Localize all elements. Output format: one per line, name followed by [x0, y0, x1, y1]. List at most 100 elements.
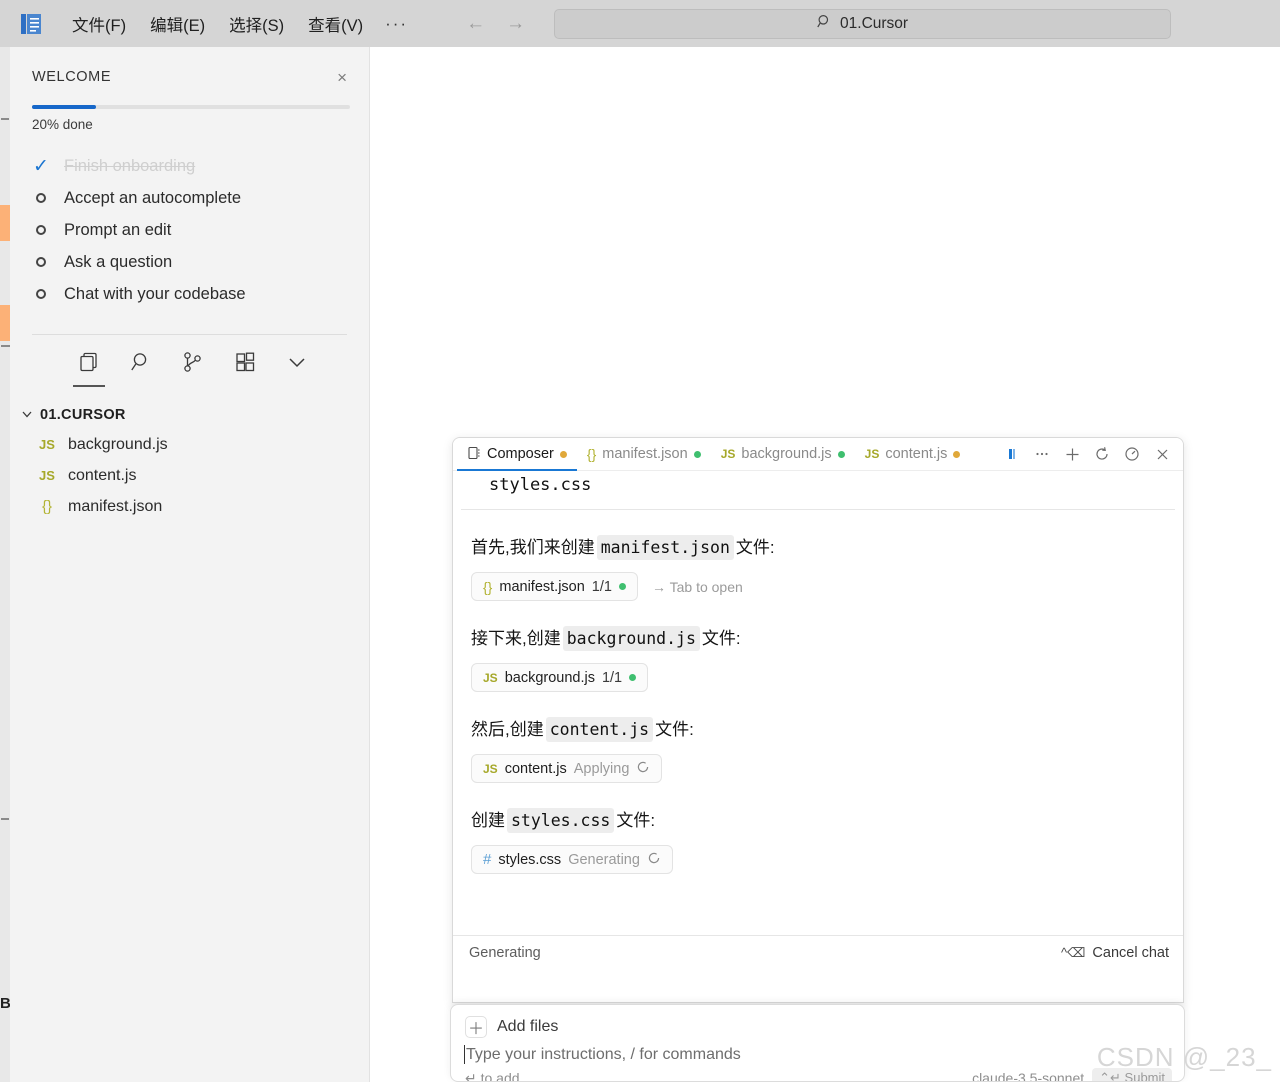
menu-edit[interactable]: 编辑(E) — [138, 8, 217, 40]
add-files-plus-icon[interactable]: ＋ — [465, 1016, 487, 1038]
welcome-panel: WELCOME × 20% done ✓ Finish onboarding A… — [10, 47, 369, 310]
search-icon — [817, 14, 832, 33]
tree-file-background-js[interactable]: JS background.js — [10, 429, 369, 460]
tab-modified-dot — [953, 451, 960, 458]
file-action-row-3: JS content.js Applying — [471, 742, 1165, 783]
command-search-bar[interactable]: 01.Cursor — [554, 9, 1171, 39]
onboarding-item-ask-question[interactable]: Ask a question — [32, 246, 347, 278]
file-chip-manifest-json[interactable]: {} manifest.json 1/1 — [471, 572, 638, 601]
background-window-highlight-1 — [0, 205, 10, 241]
tree-file-content-js[interactable]: JS content.js — [10, 460, 369, 491]
chevron-down-icon — [20, 408, 34, 423]
file-chip-content-js[interactable]: JS content.js Applying — [471, 754, 662, 783]
file-chip-name: background.js — [505, 670, 595, 686]
title-bar: 文件(F) 编辑(E) 选择(S) 查看(V) ··· ← → 01.Curso… — [0, 0, 1280, 47]
chevron-down-icon[interactable] — [280, 345, 314, 379]
message-paragraph-1: 首先,我们来创建 manifest.json 文件: — [471, 535, 1165, 560]
onboarding-item-chat-codebase[interactable]: Chat with your codebase — [32, 278, 347, 310]
paragraph-text-before: 然后,创建 — [471, 718, 544, 742]
tree-root-folder[interactable]: 01.CURSOR — [10, 401, 369, 429]
message-paragraph-3: 然后,创建 content.js 文件: — [471, 717, 1165, 742]
navigation-arrows: ← → — [466, 13, 524, 35]
tab-modified-dot — [838, 451, 845, 458]
add-files-label[interactable]: Add files — [497, 1018, 558, 1036]
file-chip-count: 1/1 — [592, 579, 612, 595]
circle-icon — [32, 193, 50, 203]
submit-button[interactable]: ⌃↵ Submit — [1092, 1068, 1172, 1082]
input-footer-hint: ↵ to add — [465, 1070, 520, 1082]
extensions-icon[interactable] — [228, 345, 262, 379]
tab-background-js[interactable]: JS background.js — [711, 438, 855, 471]
composer-icon — [467, 446, 481, 463]
message-paragraph-2: 接下来,创建 background.js 文件: — [471, 626, 1165, 651]
close-icon[interactable] — [1149, 441, 1175, 467]
source-control-icon[interactable] — [176, 345, 210, 379]
circle-icon — [32, 257, 50, 267]
model-selector[interactable]: claude-3.5-sonnet ⌃↵ Submit — [972, 1068, 1184, 1082]
onboarding-item-finish-onboarding[interactable]: ✓ Finish onboarding — [32, 150, 347, 182]
menu-view[interactable]: 查看(V) — [296, 8, 375, 40]
composer-input-card: ＋ Add files Type your instructions, / fo… — [450, 1004, 1185, 1082]
split-editor-icon[interactable] — [999, 441, 1025, 467]
new-chat-icon[interactable] — [1059, 441, 1085, 467]
paragraph-text-after: 文件: — [736, 536, 775, 560]
paragraph-text-after: 文件: — [655, 718, 694, 742]
generating-status-label: Generating — [469, 945, 541, 961]
js-file-icon: JS — [721, 447, 736, 461]
tree-file-label: content.js — [68, 467, 136, 485]
paragraph-text-before: 接下来,创建 — [471, 627, 561, 651]
back-arrow-icon[interactable]: ← — [466, 13, 484, 35]
search-icon[interactable] — [124, 345, 158, 379]
onboarding-progress-label: 20% done — [32, 117, 347, 132]
tab-label: manifest.json — [602, 446, 687, 462]
file-chip-status-dot — [629, 674, 636, 681]
composer-panel: Composer {} manifest.json JS background.… — [452, 437, 1184, 1003]
tree-file-label: manifest.json — [68, 498, 162, 516]
explorer-icon[interactable] — [72, 345, 106, 379]
tab-composer[interactable]: Composer — [457, 438, 577, 471]
add-files-row: ＋ Add files — [451, 1005, 1184, 1038]
history-icon[interactable] — [1089, 441, 1115, 467]
tab-content-js[interactable]: JS content.js — [855, 438, 971, 471]
circle-icon — [32, 289, 50, 299]
menu-selection[interactable]: 选择(S) — [217, 8, 296, 40]
js-file-icon: JS — [36, 468, 58, 483]
json-file-icon: {} — [36, 498, 58, 515]
prompt-input[interactable]: Type your instructions, / for commands — [451, 1038, 1184, 1064]
text-caret — [464, 1045, 465, 1064]
menu-file[interactable]: 文件(F) — [60, 8, 138, 40]
prompt-placeholder: Type your instructions, / for commands — [466, 1046, 741, 1064]
onboarding-item-label: Accept an autocomplete — [64, 189, 241, 208]
paragraph-text-before: 首先,我们来创建 — [471, 536, 595, 560]
cancel-chat-button[interactable]: ^⌫ Cancel chat — [1061, 945, 1169, 961]
onboarding-item-label: Ask a question — [64, 253, 172, 272]
onboarding-item-label: Prompt an edit — [64, 221, 171, 240]
forward-arrow-icon[interactable]: → — [506, 13, 524, 35]
tab-manifest-json[interactable]: {} manifest.json — [577, 438, 711, 471]
code-peek-filename: styles.css — [461, 471, 1175, 510]
json-file-icon: {} — [587, 446, 596, 462]
cursor-app-logo-icon — [20, 12, 42, 36]
usage-gauge-icon[interactable] — [1119, 441, 1145, 467]
close-icon[interactable]: × — [337, 69, 347, 86]
composer-conversation[interactable]: styles.css 首先,我们来创建 manifest.json 文件: {}… — [453, 471, 1183, 969]
welcome-header: WELCOME × — [32, 47, 347, 93]
more-actions-icon[interactable] — [1029, 441, 1055, 467]
onboarding-item-prompt-edit[interactable]: Prompt an edit — [32, 214, 347, 246]
tree-file-manifest-json[interactable]: {} manifest.json — [10, 491, 369, 522]
composer-tab-actions — [999, 441, 1183, 467]
file-chip-state: Applying — [574, 761, 630, 777]
welcome-title: WELCOME — [32, 69, 111, 85]
menu-overflow-icon[interactable]: ··· — [375, 14, 418, 34]
activity-bar — [10, 335, 369, 379]
cancel-shortcut-label: ^⌫ — [1061, 945, 1085, 961]
circle-icon — [32, 225, 50, 235]
file-chip-background-js[interactable]: JS background.js 1/1 — [471, 663, 648, 692]
composer-status-bar: Generating ^⌫ Cancel chat — [453, 935, 1183, 969]
paragraph-text-after: 文件: — [616, 809, 655, 833]
json-file-icon: {} — [483, 579, 492, 595]
onboarding-item-label: Chat with your codebase — [64, 285, 246, 304]
tree-root-label: 01.CURSOR — [40, 407, 126, 423]
onboarding-item-accept-autocomplete[interactable]: Accept an autocomplete — [32, 182, 347, 214]
file-chip-styles-css[interactable]: # styles.css Generating — [471, 845, 673, 874]
